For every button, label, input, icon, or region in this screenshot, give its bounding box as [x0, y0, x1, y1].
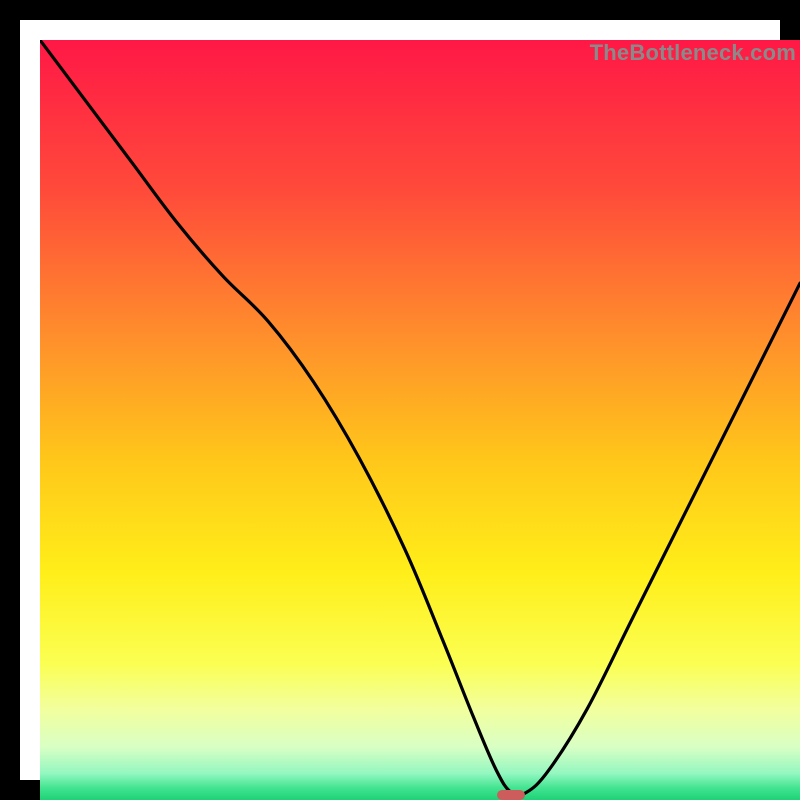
chart-frame: TheBottleneck.com — [0, 0, 800, 800]
bottleneck-curve — [40, 40, 800, 800]
optimal-marker — [497, 790, 525, 800]
watermark-text: TheBottleneck.com — [590, 40, 796, 66]
plot-area: TheBottleneck.com — [40, 40, 800, 800]
